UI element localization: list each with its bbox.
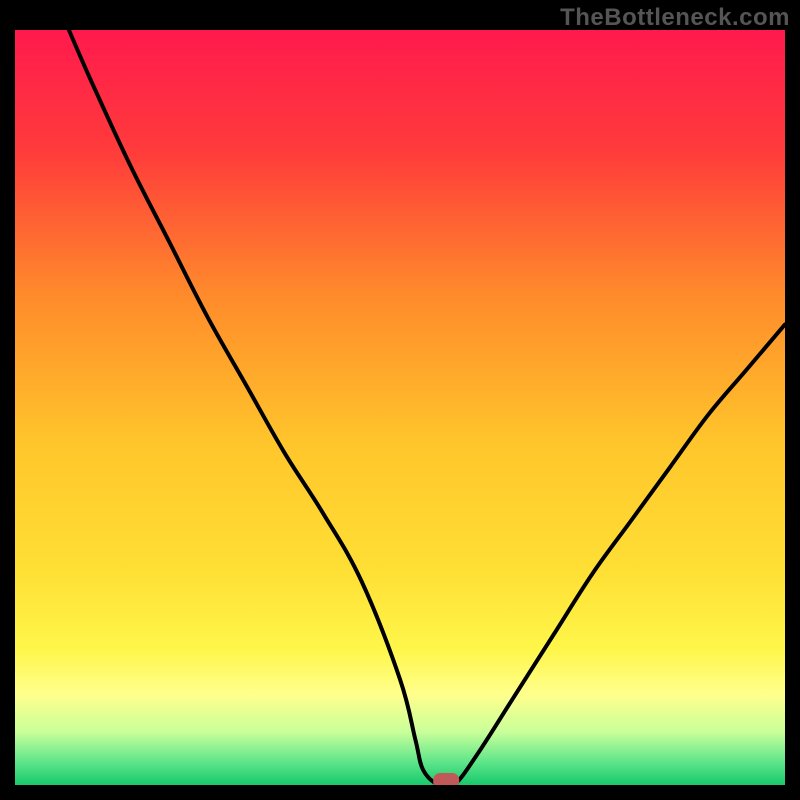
gradient-background: [15, 30, 785, 785]
plot-area: [15, 30, 785, 785]
bottleneck-chart: [15, 30, 785, 785]
chart-frame: TheBottleneck.com: [0, 0, 800, 800]
optimal-marker: [433, 773, 459, 785]
attribution-label: TheBottleneck.com: [560, 4, 790, 32]
